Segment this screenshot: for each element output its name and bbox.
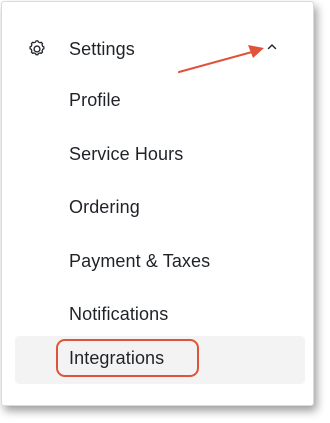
gear-icon — [29, 40, 45, 56]
menu-item-label: Notifications — [69, 304, 169, 324]
menu-item-label: Payment & Taxes — [69, 251, 211, 271]
menu-item-service-hours[interactable]: Service Hours — [2, 135, 313, 173]
screenshot-stage: Settings Profile Service Hours Ordering … — [0, 0, 330, 423]
settings-menu-panel: Settings Profile Service Hours Ordering … — [1, 1, 314, 406]
menu-item-label: Ordering — [69, 197, 140, 217]
chevron-up-icon[interactable] — [265, 40, 279, 54]
menu-item-label: Integrations — [69, 348, 165, 368]
settings-section-header[interactable]: Settings — [2, 28, 313, 74]
settings-label: Settings — [69, 39, 135, 59]
menu-item-profile[interactable]: Profile — [2, 81, 313, 119]
menu-item-notifications[interactable]: Notifications — [2, 295, 313, 333]
menu-item-integrations[interactable]: Integrations — [15, 336, 305, 384]
menu-item-label: Profile — [69, 90, 121, 110]
menu-item-payment-taxes[interactable]: Payment & Taxes — [2, 242, 313, 280]
menu-item-label: Service Hours — [69, 144, 184, 164]
menu-item-ordering[interactable]: Ordering — [2, 188, 313, 226]
